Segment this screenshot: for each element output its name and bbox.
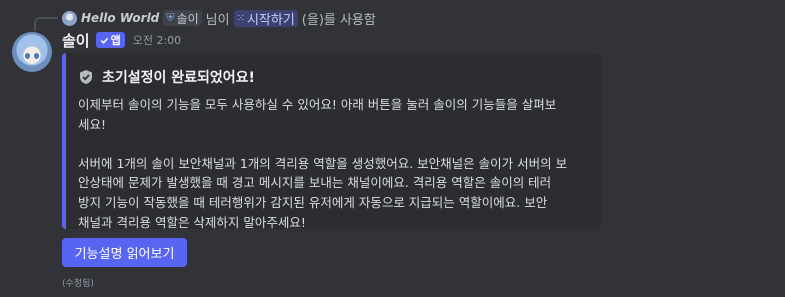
- avatar-eye-right: [34, 53, 39, 59]
- edited-label: (수정됨): [62, 279, 94, 289]
- embed-description: 이제부터 솔이의 기능을 모두 사용하실 수 있어요! 아래 버튼을 눌러 솔이…: [78, 97, 568, 230]
- username[interactable]: 솔이: [62, 30, 90, 51]
- read-feature-guide-button[interactable]: 기능설명 읽어보기: [62, 238, 187, 267]
- reply-username[interactable]: Hello World: [81, 11, 159, 25]
- embed-title-row: 초기설정이 완료되었어요!: [78, 67, 587, 87]
- message-header: 솔이 앱 오전 2:00: [62, 30, 181, 50]
- reply-role-tag: ⛨ 솔이: [163, 10, 202, 26]
- reply-connector: [34, 17, 58, 31]
- avatar-eye-left: [25, 53, 30, 59]
- app-badge: 앱: [95, 32, 125, 48]
- slash-command-chip[interactable]: ⁙ 시작하기: [233, 9, 298, 28]
- avatar[interactable]: [12, 32, 52, 72]
- verified-check-icon: [100, 37, 108, 44]
- app-badge-label: 앱: [110, 34, 121, 47]
- reply-action-text: (을)를 사용함: [301, 12, 376, 28]
- reply-role-label: 솔이: [176, 11, 199, 26]
- reply-context[interactable]: Hello World ⛨ 솔이 님이 ⁙ 시작하기 (을)를 사용함: [62, 9, 376, 28]
- command-icon: ⁙: [236, 12, 245, 24]
- reply-mention-suffix: 님이: [205, 12, 230, 28]
- embed-card: 초기설정이 완료되었어요! 이제부터 솔이의 기능을 모두 사용하실 수 있어요…: [62, 53, 601, 230]
- embed-title: 초기설정이 완료되었어요!: [102, 70, 255, 86]
- slash-command-name: 시작하기: [246, 12, 295, 28]
- reply-avatar: [62, 10, 77, 26]
- timestamp: 오전 2:00: [132, 34, 182, 47]
- shield-check-icon: [80, 70, 92, 84]
- shield-icon: ⛨: [166, 11, 175, 24]
